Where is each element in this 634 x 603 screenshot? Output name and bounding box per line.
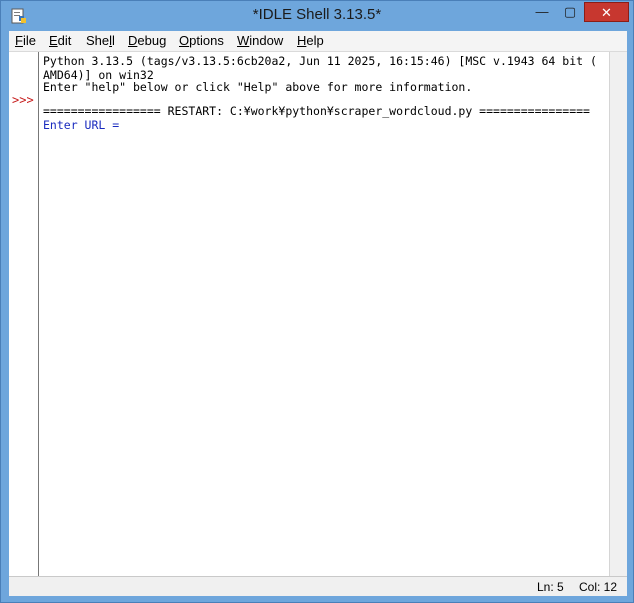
vertical-scrollbar[interactable]: [609, 52, 627, 576]
prompt-gutter: >>>: [9, 52, 39, 576]
status-line-number: Ln: 5: [537, 580, 564, 594]
close-button[interactable]: ✕: [584, 2, 629, 22]
status-column-number: Col: 12: [579, 580, 618, 594]
shell-client-area: >>> Python 3.13.5 (tags/v3.13.5:6cb20a2,…: [9, 52, 627, 576]
restart-line: ================= RESTART: C:¥work¥pytho…: [43, 104, 590, 118]
shell-prompt-marker: >>>: [12, 93, 34, 107]
menu-edit[interactable]: Edit: [49, 33, 71, 48]
maximize-button[interactable]: ▢: [557, 2, 583, 22]
banner-line-1: Python 3.13.5 (tags/v3.13.5:6cb20a2, Jun…: [43, 54, 597, 68]
menu-debug[interactable]: Debug: [128, 33, 166, 48]
shell-text-area[interactable]: Python 3.13.5 (tags/v3.13.5:6cb20a2, Jun…: [39, 52, 609, 576]
menu-shell[interactable]: Shell: [86, 33, 115, 48]
minimize-icon: —: [535, 4, 549, 19]
menu-window[interactable]: Window: [237, 33, 283, 48]
menu-bar: File Edit Shell Debug Options Window Hel…: [9, 31, 627, 52]
menu-file[interactable]: File: [15, 33, 36, 48]
maximize-icon: ▢: [563, 4, 577, 19]
input-prompt-line[interactable]: Enter URL =: [43, 118, 126, 132]
minimize-button[interactable]: —: [529, 2, 555, 22]
idle-shell-window: *IDLE Shell 3.13.5* — ▢ ✕ File Edit Shel…: [0, 0, 634, 603]
title-bar[interactable]: *IDLE Shell 3.13.5* — ▢ ✕: [1, 1, 633, 31]
menu-options[interactable]: Options: [179, 33, 224, 48]
banner-line-3: Enter "help" below or click "Help" above…: [43, 80, 473, 94]
close-icon: ✕: [601, 5, 612, 20]
menu-help[interactable]: Help: [297, 33, 324, 48]
status-bar: Ln: 5 Col: 12: [9, 576, 627, 596]
